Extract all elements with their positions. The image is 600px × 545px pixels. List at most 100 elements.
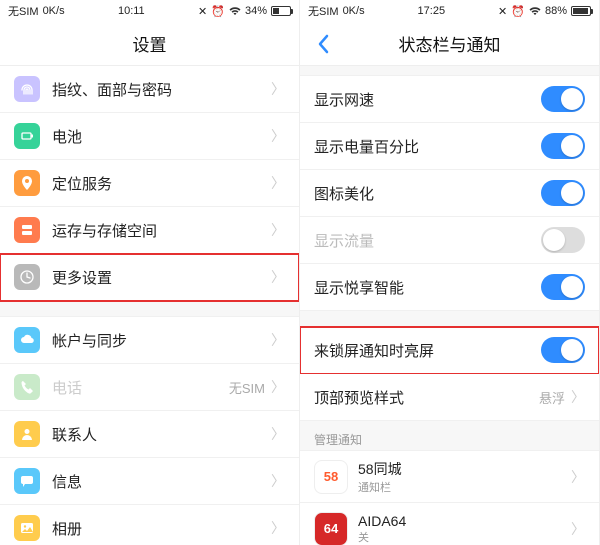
row-label: 顶部预览样式 [314,387,539,408]
settings-row[interactable]: 电池〉 [0,113,299,160]
row-label: 显示悦享智能 [314,277,541,298]
wifi-icon [229,6,241,16]
row-value: 无SIM [229,378,265,397]
app-notification-row[interactable]: 64 AIDA64关 〉 [300,503,599,545]
row-label: 指纹、面部与密码 [52,79,271,100]
chevron-right-icon: 〉 [271,471,285,491]
fingerprint-icon [14,76,40,102]
toggle-switch[interactable] [541,133,585,159]
sim-status: 无SIM [8,3,39,19]
app-notification-row[interactable]: 58 58同城通知栏 〉 [300,451,599,503]
section-gap [0,301,299,317]
sim-status: 无SIM [308,3,339,19]
chevron-right-icon: 〉 [571,519,585,539]
back-button[interactable] [308,22,338,66]
settings-row[interactable]: 更多设置〉 [0,254,299,301]
chevron-right-icon: 〉 [571,387,585,407]
app-name: AIDA64 [358,513,406,529]
settings-row[interactable]: 电话无SIM 〉 [0,364,299,411]
settings-row[interactable]: 联系人〉 [0,411,299,458]
row-label: 运存与存储空间 [52,220,271,241]
toggle-switch[interactable] [541,86,585,112]
toggle-switch[interactable] [541,180,585,206]
cloud-icon [14,327,40,353]
nav-bar: 状态栏与通知 [300,22,599,66]
chevron-right-icon: 〉 [271,220,285,240]
more-icon [14,264,40,290]
app-name: 58同城 [358,459,402,479]
nav-bar: 设置 [0,22,299,66]
chevron-right-icon: 〉 [271,377,285,397]
contacts-icon [14,421,40,447]
album-icon [14,515,40,541]
chevron-right-icon: 〉 [271,330,285,350]
left-screen: 无SIM 0K/s 10:11 ✕ ⏰ 34% 设置 指纹、面部与密码〉电池〉定… [0,0,300,545]
row-label: 相册 [52,518,271,539]
dnd-icon: ✕ [198,5,207,18]
status-bar: 无SIM 0K/s 10:11 ✕ ⏰ 34% [0,0,299,22]
settings-row[interactable]: 帐户与同步〉 [0,317,299,364]
wifi-icon [529,6,541,16]
location-icon [14,170,40,196]
alarm-icon: ⏰ [211,5,225,18]
row-value: 悬浮 [539,388,565,407]
row-label: 联系人 [52,424,271,445]
row-label: 更多设置 [52,267,271,288]
toggle-row: 来锁屏通知时亮屏 [300,327,599,374]
phone-icon [14,374,40,400]
clock: 10:11 [118,5,145,17]
battery-icon [571,6,591,16]
toggle-row: 显示电量百分比 [300,123,599,170]
page-title: 状态栏与通知 [399,31,501,56]
row-label: 图标美化 [314,183,541,204]
chevron-right-icon: 〉 [271,267,285,287]
dnd-icon: ✕ [498,5,507,18]
battery-pct: 34% [245,5,267,17]
chevron-right-icon: 〉 [271,126,285,146]
chevron-right-icon: 〉 [571,467,585,487]
row-label: 电池 [52,126,271,147]
preview-style-row[interactable]: 顶部预览样式悬浮〉 [300,374,599,421]
toggle-row: 显示网速 [300,76,599,123]
row-label: 帐户与同步 [52,330,271,351]
toggle-row: 图标美化 [300,170,599,217]
row-label: 显示电量百分比 [314,136,541,157]
settings-row[interactable]: 运存与存储空间〉 [0,207,299,254]
right-screen: 无SIM 0K/s 17:25 ✕ ⏰ 88% 状态栏与通知 显示网速显示电量百… [300,0,600,545]
section-gap [300,66,599,76]
net-speed: 0K/s [343,5,365,17]
messages-icon [14,468,40,494]
settings-row[interactable]: 定位服务〉 [0,160,299,207]
notification-settings-list: 显示网速显示电量百分比图标美化显示流量显示悦享智能 来锁屏通知时亮屏 顶部预览样… [300,66,599,545]
status-bar: 无SIM 0K/s 17:25 ✕ ⏰ 88% [300,0,599,22]
app-icon: 64 [314,512,348,545]
row-label: 信息 [52,471,271,492]
toggle-switch[interactable] [541,274,585,300]
chevron-right-icon: 〉 [271,173,285,193]
battery-icon [14,123,40,149]
battery-pct: 88% [545,5,567,17]
row-label: 定位服务 [52,173,271,194]
toggle-switch[interactable] [541,337,585,363]
clock: 17:25 [418,5,446,17]
section-gap [300,311,599,327]
chevron-right-icon: 〉 [271,518,285,538]
net-speed: 0K/s [43,5,65,17]
settings-list: 指纹、面部与密码〉电池〉定位服务〉运存与存储空间〉更多设置〉 帐户与同步〉电话无… [0,66,299,545]
chevron-right-icon: 〉 [271,79,285,99]
row-label: 电话 [52,377,229,398]
page-title: 设置 [133,31,167,56]
app-sub: 关 [358,529,406,545]
settings-row[interactable]: 信息〉 [0,458,299,505]
battery-icon [271,6,291,16]
settings-row[interactable]: 指纹、面部与密码〉 [0,66,299,113]
settings-row[interactable]: 相册〉 [0,505,299,545]
app-icon: 58 [314,460,348,494]
app-sub: 通知栏 [358,479,402,495]
alarm-icon: ⏰ [511,5,525,18]
chevron-right-icon: 〉 [271,424,285,444]
row-label: 显示流量 [314,230,541,251]
row-label: 来锁屏通知时亮屏 [314,340,541,361]
row-label: 显示网速 [314,89,541,110]
toggle-switch[interactable] [541,227,585,253]
